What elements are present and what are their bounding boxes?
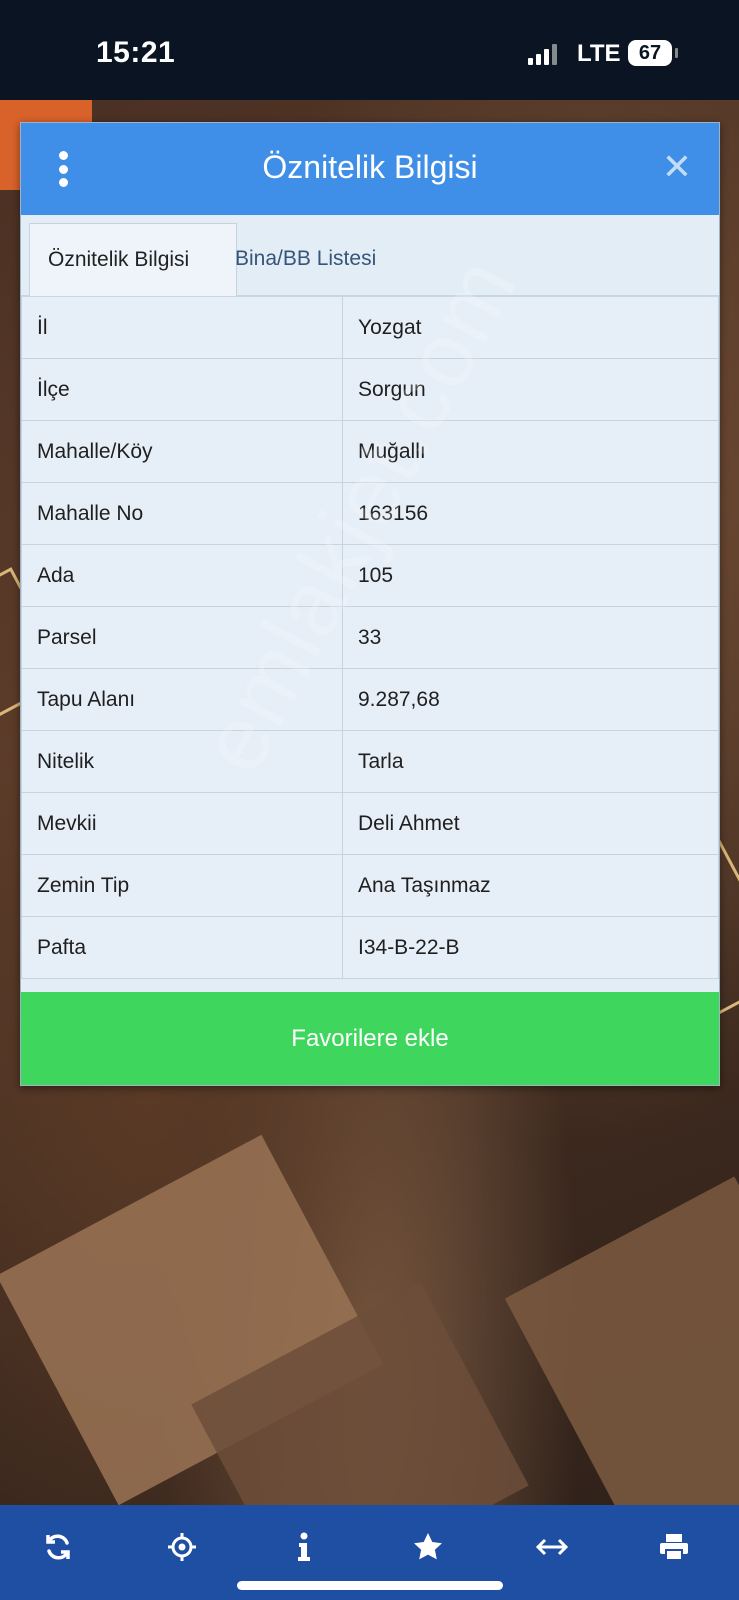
- row-value: 9.287,68: [342, 668, 719, 731]
- info-icon[interactable]: [280, 1525, 328, 1569]
- row-value: 105: [342, 544, 719, 607]
- row-value: Sorgun: [342, 358, 719, 421]
- attribute-table: İl Yozgat İlçe Sorgun Mahalle/Köy Muğallı M…: [21, 297, 719, 979]
- measure-icon[interactable]: [528, 1525, 576, 1569]
- battery-icon: 67: [628, 40, 678, 66]
- row-key: Ada: [21, 544, 343, 607]
- table-row: Nitelik Tarla: [21, 730, 719, 793]
- tab-bar: Öznitelik Bilgisi Bina/BB Listesi: [21, 215, 719, 297]
- row-value: Muğallı: [342, 420, 719, 483]
- row-value: 33: [342, 606, 719, 669]
- bottom-toolbar: [0, 1505, 739, 1600]
- row-key: Mahalle/Köy: [21, 420, 343, 483]
- tab-attribute-info[interactable]: Öznitelik Bilgisi: [29, 223, 237, 296]
- locate-icon[interactable]: [158, 1525, 206, 1569]
- row-key: İl: [21, 297, 343, 359]
- signal-icon: [528, 43, 557, 65]
- row-value: Yozgat: [342, 297, 719, 359]
- row-value: Ana Taşınmaz: [342, 854, 719, 917]
- table-row: Mahalle No 163156: [21, 482, 719, 545]
- row-key: Parsel: [21, 606, 343, 669]
- refresh-icon[interactable]: [34, 1525, 82, 1569]
- map-field: [504, 1176, 739, 1505]
- row-key: Mahalle No: [21, 482, 343, 545]
- status-time: 15:21: [96, 36, 176, 69]
- close-icon[interactable]: ✕: [657, 145, 697, 189]
- row-value: Tarla: [342, 730, 719, 793]
- dialog-header: Öznitelik Bilgisi ✕: [21, 123, 719, 215]
- table-row: Mahalle/Köy Muğallı: [21, 420, 719, 483]
- print-icon[interactable]: [650, 1525, 698, 1569]
- battery-level: 67: [638, 42, 662, 64]
- row-value: Deli Ahmet: [342, 792, 719, 855]
- table-row: Parsel 33: [21, 606, 719, 669]
- row-key: İlçe: [21, 358, 343, 421]
- table-row: İlçe Sorgun: [21, 358, 719, 421]
- row-key: Mevkii: [21, 792, 343, 855]
- row-value: I34-B-22-B: [342, 916, 719, 979]
- network-type: LTE: [577, 40, 621, 67]
- row-key: Zemin Tip: [21, 854, 343, 917]
- tab-building-list[interactable]: Bina/BB Listesi: [217, 223, 394, 295]
- row-key: Tapu Alanı: [21, 668, 343, 731]
- table-row: İl Yozgat: [21, 297, 719, 359]
- row-key: Nitelik: [21, 730, 343, 793]
- star-icon[interactable]: [404, 1525, 452, 1569]
- home-indicator[interactable]: [237, 1581, 503, 1590]
- table-row: Tapu Alanı 9.287,68: [21, 668, 719, 731]
- attribute-dialog: Öznitelik Bilgisi ✕ Öznitelik Bilgisi Bi…: [20, 122, 720, 1086]
- dialog-title: Öznitelik Bilgisi: [262, 149, 478, 185]
- table-row: Mevkii Deli Ahmet: [21, 792, 719, 855]
- row-value: 163156: [342, 482, 719, 545]
- status-bar: 15:21 LTE 67: [0, 0, 739, 100]
- table-row: Ada 105: [21, 544, 719, 607]
- add-to-favorites-button[interactable]: Favorilere ekle: [21, 992, 719, 1085]
- row-key: Pafta: [21, 916, 343, 979]
- table-row: Zemin Tip Ana Taşınmaz: [21, 854, 719, 917]
- table-row: Pafta I34-B-22-B: [21, 916, 719, 979]
